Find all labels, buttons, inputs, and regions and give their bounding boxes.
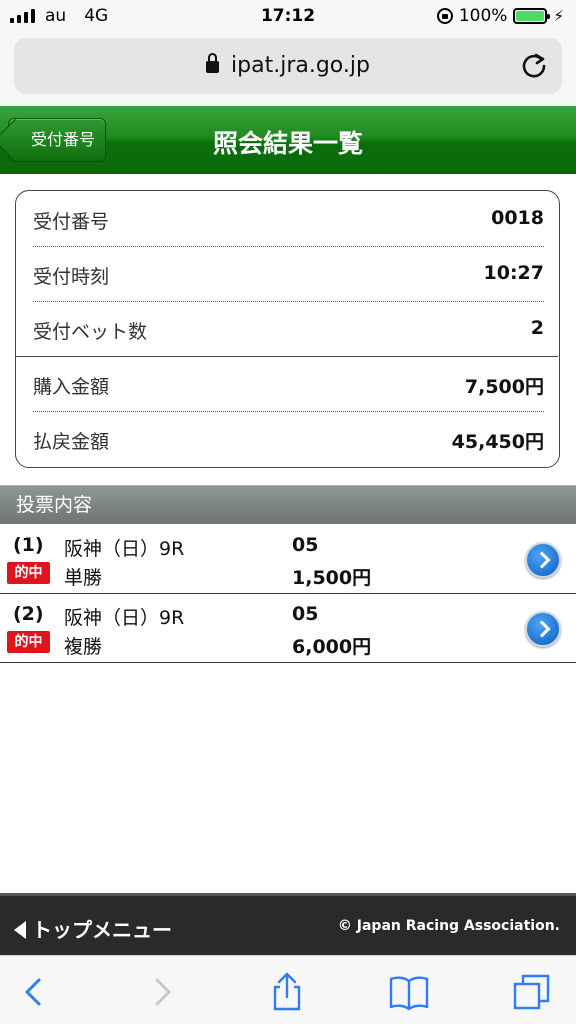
- page-header: 受付番号 照会結果一覧: [0, 106, 576, 174]
- summary-label: 購入金額: [33, 376, 110, 398]
- battery-icon: [513, 8, 551, 24]
- battery-percent: 100%: [458, 6, 508, 26]
- bet-race: 阪神（日）9R: [64, 607, 185, 629]
- share-icon[interactable]: [267, 972, 307, 1012]
- top-menu-link[interactable]: トップメニュー: [14, 914, 172, 943]
- bet-type: 複勝: [64, 636, 103, 658]
- bet-row[interactable]: (1) 阪神（日）9R 05 的中 単勝 1,500円: [0, 525, 576, 594]
- copyright: © Japan Racing Association.: [337, 918, 560, 934]
- bet-number: (1): [13, 534, 44, 556]
- summary-value: 7,500円: [464, 376, 544, 398]
- reload-icon[interactable]: [520, 51, 548, 79]
- back-icon[interactable]: [14, 972, 54, 1012]
- summary-value: 45,450円: [451, 431, 544, 453]
- summary-row-bet-count: 受付ベット数 2: [33, 301, 544, 356]
- summary-value: 10:27: [483, 262, 544, 284]
- forward-icon[interactable]: [142, 972, 182, 1012]
- bet-amount: 1,500円: [292, 567, 372, 589]
- hit-badge: 的中: [7, 562, 50, 584]
- bookmarks-icon[interactable]: [389, 972, 429, 1012]
- footer: トップメニュー © Japan Racing Association.: [0, 893, 576, 955]
- summary-value: 0018: [491, 207, 544, 229]
- bet-number: (2): [13, 603, 44, 625]
- top-menu-label: トップメニュー: [32, 918, 172, 942]
- summary-row-purchase-amount: 購入金額 7,500円: [33, 356, 544, 411]
- summary-label: 受付時刻: [33, 266, 110, 288]
- caret-left-icon: [14, 921, 26, 939]
- summary-row-receipt-time: 受付時刻 10:27: [33, 246, 544, 301]
- summary-row-payout-amount: 払戻金額 45,450円: [33, 411, 544, 466]
- padlock-icon: [206, 53, 220, 73]
- url-text: ipat.jra.go.jp: [231, 53, 370, 78]
- browser-toolbar: [0, 955, 576, 1024]
- summary-label: 払戻金額: [33, 431, 110, 453]
- summary-label: 受付ベット数: [33, 321, 148, 343]
- address-bar[interactable]: ipat.jra.go.jp: [14, 38, 562, 94]
- bet-horse-number: 05: [292, 603, 319, 625]
- status-bar: au 4G 17:12 100% ⚡︎: [0, 0, 576, 32]
- bet-amount: 6,000円: [292, 636, 372, 658]
- bet-horse-number: 05: [292, 534, 319, 556]
- back-button[interactable]: 受付番号: [8, 118, 107, 162]
- chevron-right-circle-icon[interactable]: [525, 611, 561, 647]
- bet-type: 単勝: [64, 567, 103, 589]
- summary-panel: 受付番号 0018 受付時刻 10:27 受付ベット数 2 購入金額 7,500…: [15, 190, 560, 468]
- bet-row[interactable]: (2) 阪神（日）9R 05 的中 複勝 6,000円: [0, 594, 576, 663]
- summary-row-receipt-number: 受付番号 0018: [33, 191, 544, 246]
- summary-label: 受付番号: [33, 211, 110, 233]
- hit-badge: 的中: [7, 631, 50, 653]
- browser-address-area: ipat.jra.go.jp: [0, 32, 576, 106]
- charging-icon: ⚡︎: [553, 7, 564, 25]
- lock-rotation-icon: [436, 8, 453, 24]
- summary-value: 2: [530, 317, 544, 339]
- bet-race: 阪神（日）9R: [64, 538, 185, 560]
- tabs-icon[interactable]: [512, 972, 552, 1012]
- chevron-right-circle-icon[interactable]: [525, 542, 561, 578]
- section-header-bet-content: 投票内容: [0, 485, 576, 524]
